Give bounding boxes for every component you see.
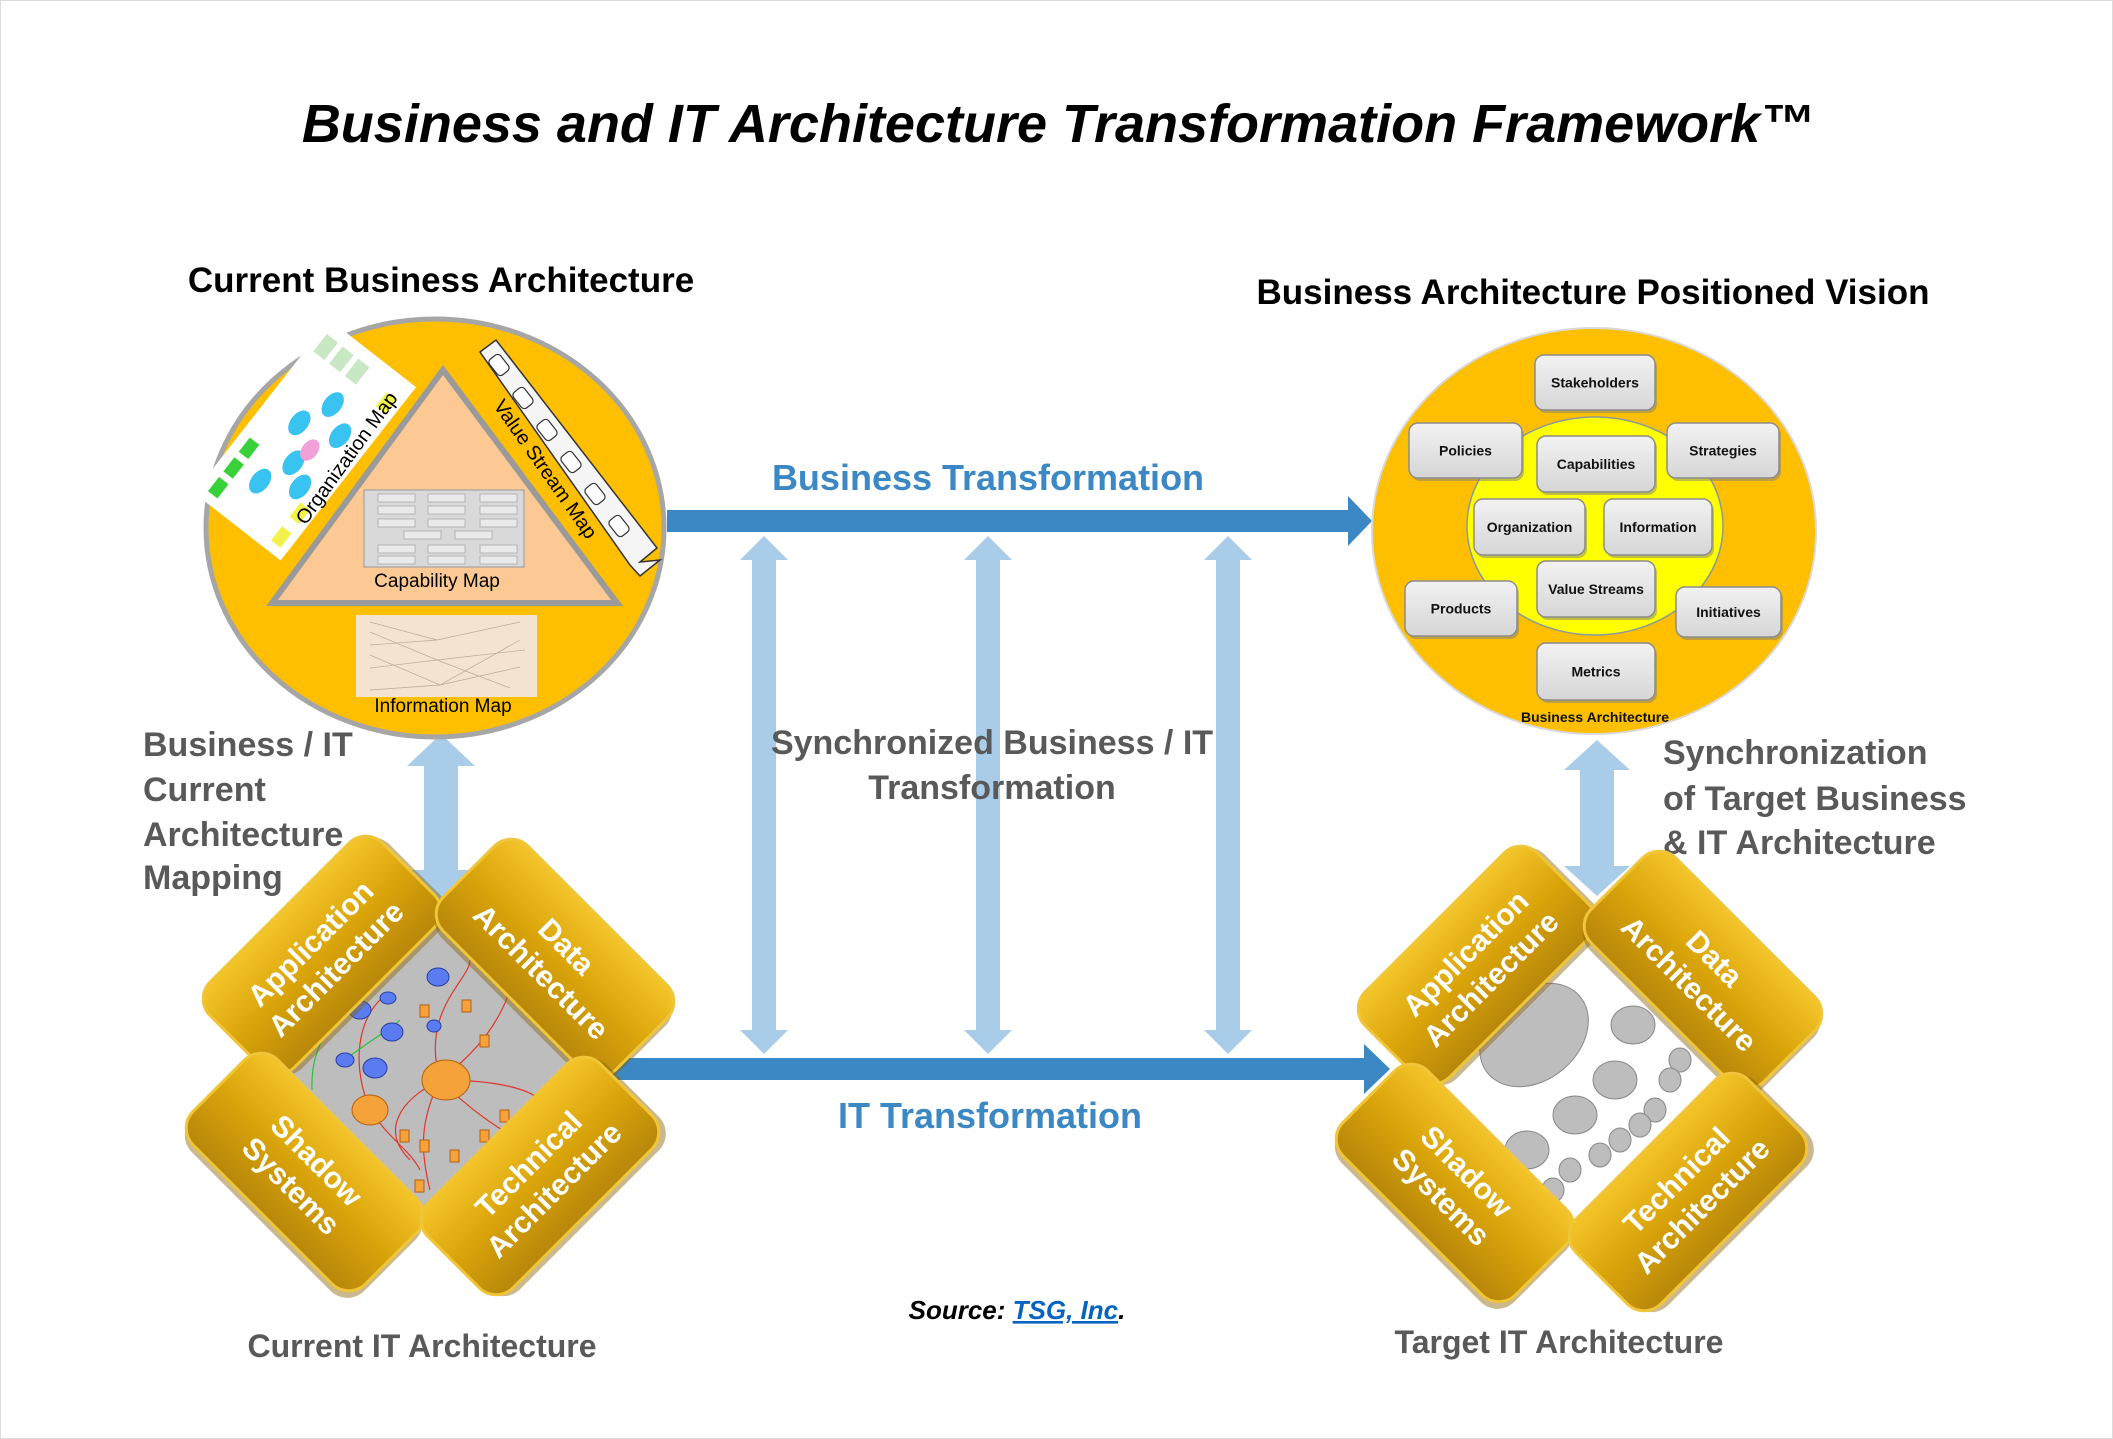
vision-box-label: Organization [1487, 519, 1573, 535]
mapping-line: Architecture [143, 816, 343, 854]
vision-box-label: Strategies [1689, 443, 1757, 459]
vision-box-policies: Policies [1408, 422, 1524, 481]
vision-box-label: Capabilities [1557, 456, 1636, 472]
vision-box-label: Products [1431, 601, 1492, 617]
source-suffix: . [1118, 1295, 1125, 1325]
vision-box-strategies: Strategies [1666, 422, 1781, 481]
sync-line: & IT Architecture [1663, 824, 1936, 862]
vision-heading: Business Architecture Positioned Vision [1257, 273, 1930, 312]
synchronized-label-line2: Transformation [868, 769, 1115, 807]
vision-box-label: Stakeholders [1551, 375, 1639, 391]
vision-box-capabilities: Capabilities [1536, 435, 1657, 495]
vision-box-information: Information [1603, 498, 1714, 558]
information-map-label: Information Map [374, 696, 511, 717]
vision-box-label: Value Streams [1548, 581, 1644, 597]
capability-map-thumbnail [363, 489, 525, 568]
vision-box-value-streams: Value Streams [1536, 560, 1657, 620]
vision-box-label: Metrics [1571, 664, 1620, 680]
capability-map-label: Capability Map [374, 571, 500, 592]
vision-box-initiatives: Initiatives [1675, 586, 1783, 640]
sync-right-label: Synchronization of Target Business & IT … [1663, 734, 1967, 862]
source-prefix: Source: [909, 1295, 1013, 1325]
vision-box-stakeholders: Stakeholders [1534, 354, 1657, 413]
sync-line: Synchronization [1663, 734, 1927, 772]
current-business-heading: Current Business Architecture [188, 261, 694, 300]
mapping-line: Current [143, 771, 266, 809]
framework-diagram: Business and IT Architecture Transformat… [0, 0, 2113, 1439]
information-map-thumbnail [356, 615, 537, 697]
mapping-line: Business / IT [143, 726, 353, 764]
vision-box-label: Initiatives [1696, 604, 1761, 620]
vision-box-label: Policies [1439, 443, 1492, 459]
it-transformation-label: IT Transformation [838, 1095, 1142, 1136]
target-it-label: Target IT Architecture [1395, 1324, 1724, 1360]
vision-box-organization: Organization [1473, 498, 1587, 558]
mapping-line: Mapping [143, 859, 283, 897]
page-title: Business and IT Architecture Transformat… [302, 94, 1814, 154]
sync-line: of Target Business [1663, 780, 1967, 818]
vision-box-label: Information [1620, 519, 1697, 535]
business-transformation-label: Business Transformation [772, 457, 1204, 498]
vision-circle: Stakeholders Policies Capabilities Strategi… [1371, 327, 1817, 735]
vision-box-products: Products [1404, 580, 1519, 639]
current-it-label: Current IT Architecture [247, 1328, 596, 1364]
vision-box-metrics: Metrics [1536, 642, 1657, 703]
source-note: Source: TSG, Inc. [909, 1295, 1126, 1325]
source-link[interactable]: TSG, Inc [1013, 1295, 1119, 1325]
synchronized-label-line1: Synchronized Business / IT [771, 724, 1213, 762]
business-architecture-label: Business Architecture [1521, 709, 1669, 725]
